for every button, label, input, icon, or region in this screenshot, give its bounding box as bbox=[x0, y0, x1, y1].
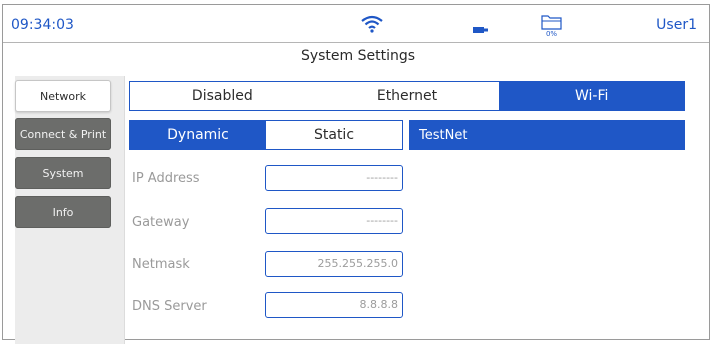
user-name[interactable]: User1 bbox=[656, 17, 697, 33]
sidebar-item-label: Network bbox=[40, 89, 86, 103]
ip-address-label: IP Address bbox=[132, 171, 200, 186]
dns-server-field[interactable]: 8.8.8.8 bbox=[265, 292, 403, 318]
storage-percent: 0% bbox=[545, 30, 558, 38]
sidebar-item-label: Connect & Print bbox=[19, 127, 107, 141]
sidebar-item-system[interactable]: System bbox=[15, 157, 111, 189]
wifi-icon bbox=[361, 15, 383, 37]
netmask-field[interactable]: 255.255.255.0 bbox=[265, 251, 403, 277]
mode-option-ethernet[interactable]: Ethernet bbox=[315, 82, 500, 110]
ip-mode-selector: Dynamic Static bbox=[129, 120, 403, 150]
ip-mode-dynamic[interactable]: Dynamic bbox=[130, 121, 266, 149]
sidebar-item-label: Info bbox=[52, 205, 74, 219]
status-bar: 09:34:03 0% User1 bbox=[3, 5, 709, 43]
ip-address-field[interactable]: -------- bbox=[265, 165, 403, 191]
wifi-network-name[interactable]: TestNet bbox=[409, 120, 685, 150]
clock: 09:34:03 bbox=[11, 17, 74, 33]
page-title: System Settings bbox=[300, 48, 416, 64]
sidebar-item-info[interactable]: Info bbox=[15, 196, 111, 228]
sidebar-item-label: System bbox=[42, 166, 84, 180]
sidebar-item-connect-print[interactable]: Connect & Print bbox=[15, 118, 111, 150]
gateway-label: Gateway bbox=[132, 215, 190, 230]
connection-mode-selector: Disabled Ethernet Wi-Fi bbox=[129, 81, 685, 111]
mode-option-wifi[interactable]: Wi-Fi bbox=[499, 82, 685, 110]
mode-option-disabled[interactable]: Disabled bbox=[130, 82, 315, 110]
dns-server-label: DNS Server bbox=[132, 299, 207, 314]
gateway-field[interactable]: -------- bbox=[265, 208, 403, 234]
netmask-label: Netmask bbox=[132, 257, 190, 272]
sidebar-item-network[interactable]: Network bbox=[15, 80, 111, 112]
usb-drive-icon bbox=[473, 19, 489, 38]
ip-mode-static[interactable]: Static bbox=[266, 121, 402, 149]
